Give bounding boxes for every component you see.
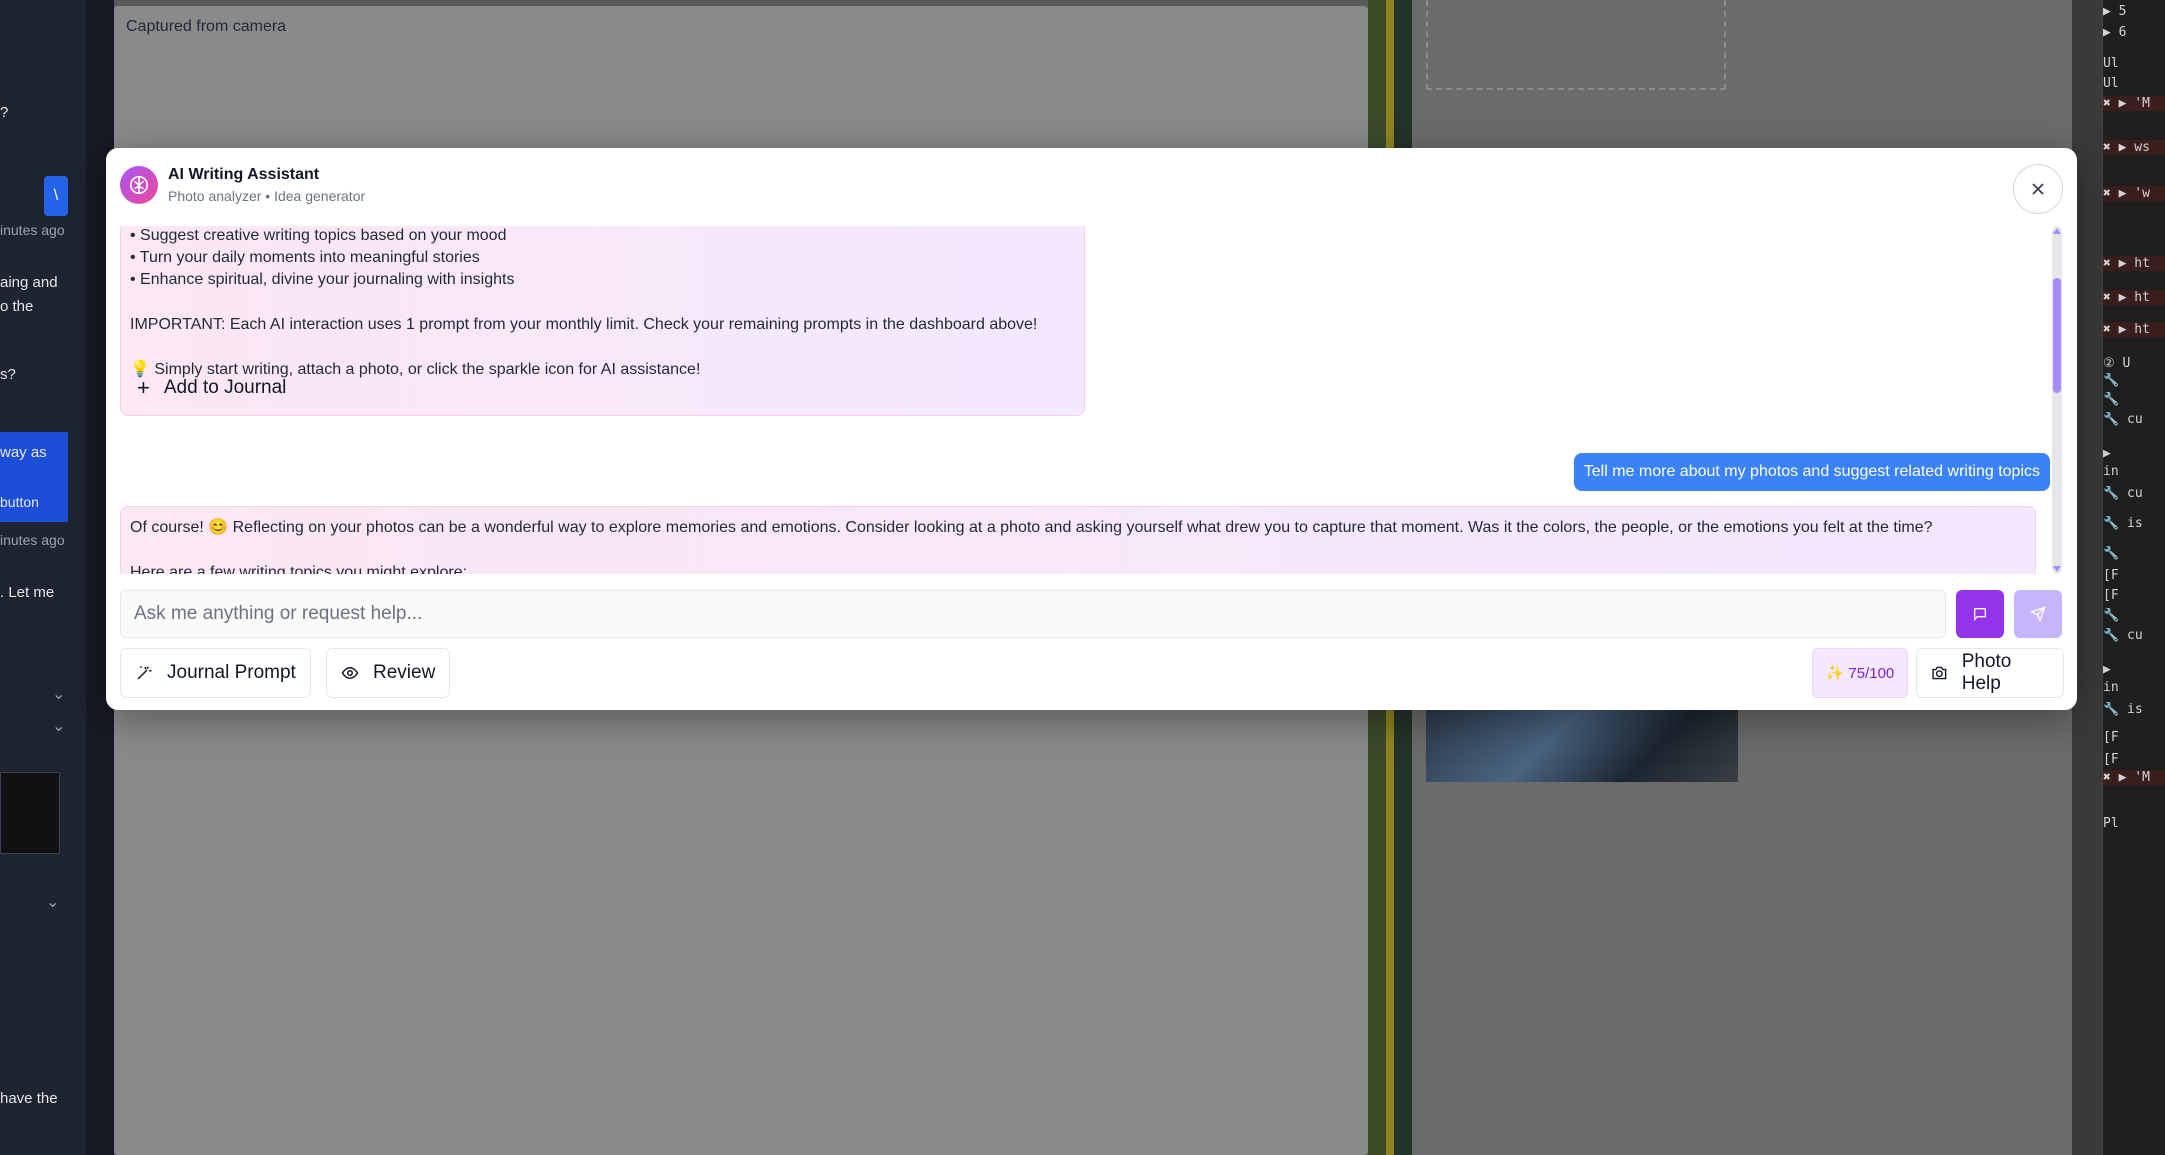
send-icon — [2030, 606, 2046, 622]
console-line: 🔧 cu — [2103, 486, 2143, 501]
console-line: 🔧 — [2103, 608, 2120, 623]
chevron-down-icon[interactable]: ⌄ — [52, 716, 65, 736]
console-line: ▶ 5 — [2103, 4, 2127, 19]
prompt-quota-badge: ✨ 75/100 — [1812, 648, 1908, 698]
console-line: 🔧 is — [2103, 516, 2143, 531]
modal-title: AI Writing Assistant — [168, 166, 320, 183]
sidebar-fragment: o the — [0, 298, 34, 315]
journal-prompt-button[interactable]: Journal Prompt — [120, 648, 311, 698]
upload-dropzone[interactable] — [1426, 0, 1726, 90]
console-line: ▶ — [2103, 446, 2111, 461]
add-to-journal-button[interactable]: + Add to Journal — [133, 377, 286, 399]
review-button[interactable]: Review — [326, 648, 451, 698]
sidebar-timestamp: inutes ago — [0, 532, 65, 548]
background-sidebar: ? \ inutes ago aing and o the s? way as … — [0, 0, 88, 1155]
scroll-down-arrow[interactable] — [2053, 566, 2061, 572]
console-line: 🔧 — [2103, 546, 2120, 561]
photo-thumbnail[interactable] — [1426, 710, 1738, 782]
send-button[interactable] — [2014, 590, 2062, 638]
eye-icon — [341, 666, 359, 680]
console-line: ▶ — [2103, 662, 2111, 677]
close-button[interactable] — [2013, 164, 2063, 214]
message-square-icon — [1974, 608, 1986, 621]
sidebar-timestamp: inutes ago — [0, 222, 65, 238]
console-line: ✖ ▶ 'w — [2103, 186, 2165, 201]
sidebar-fragment: . Let me — [0, 584, 55, 601]
console-line: 🔧 cu — [2103, 628, 2143, 643]
message-line: • Suggest creative writing topics based … — [130, 227, 507, 244]
console-line: ② U — [2103, 356, 2131, 371]
modal-subtitle: Photo analyzer • Idea generator — [168, 188, 366, 204]
console-line: ▶ 6 — [2103, 25, 2127, 40]
sidebar-fragment: aing and — [0, 274, 58, 291]
console-line: ✖ ▶ ht — [2103, 256, 2165, 271]
photo-help-button[interactable]: Photo Help — [1916, 648, 2064, 698]
assistant-toolbar: Journal Prompt Review ✨ 75/100 Photo Hel… — [120, 648, 2064, 698]
composer — [120, 590, 2064, 638]
message-line: • Turn your daily moments into meaningfu… — [130, 249, 480, 266]
console-line: ✖ ▶ ws — [2103, 140, 2165, 155]
scrollbar-thumb[interactable] — [2053, 278, 2061, 393]
console-line: [F — [2103, 588, 2119, 603]
console-line: [F — [2103, 752, 2119, 767]
sparkle-icon: ✨ — [1825, 665, 1845, 682]
ai-message: Of course! 😊 Reflecting on your photos c… — [120, 506, 2036, 574]
console-line: ✖ ▶ 'M — [2103, 96, 2165, 111]
console-line: Ul — [2103, 76, 2119, 91]
devtools-console: ▶ 5 ▶ 6 Ul Ul ✖ ▶ 'M ✖ ▶ ws ✖ ▶ 'w ✖ ▶ ht ✖ ▶ ht… — [2102, 0, 2165, 1155]
sidebar-fragment: s? — [0, 366, 16, 383]
sidebar-fragment: have the — [0, 1090, 58, 1107]
camera-icon — [1932, 666, 1947, 680]
magic-wand-icon — [137, 666, 152, 680]
user-message: Tell me more about my photos and suggest… — [1573, 453, 2050, 491]
quota-value: 75/100 — [1848, 664, 1895, 682]
journal-prompt-label: Journal Prompt — [167, 662, 296, 683]
console-line: in — [2103, 464, 2119, 479]
message-line: IMPORTANT: Each AI interaction uses 1 pr… — [130, 316, 1038, 333]
console-line: 🔧 — [2103, 373, 2120, 388]
console-line: 🔧 — [2103, 392, 2120, 407]
sidebar-tag: \ — [44, 176, 68, 216]
console-line: [F — [2103, 730, 2119, 745]
message-line: • Enhance spiritual, divine your journal… — [130, 271, 515, 288]
camera-label: Captured from camera — [126, 18, 287, 35]
message-line: Of course! 😊 Reflecting on your photos c… — [130, 519, 1933, 536]
close-icon — [2032, 183, 2044, 195]
console-line: ✖ ▶ ht — [2103, 290, 2165, 305]
console-line: Pl — [2103, 816, 2119, 831]
console-line: 🔧 is — [2103, 702, 2143, 717]
chat-scrollbar[interactable] — [2052, 226, 2062, 574]
sidebar-fragment: way as — [0, 444, 47, 461]
chevron-down-icon[interactable]: ⌄ — [46, 892, 59, 912]
plus-icon: + — [137, 375, 150, 400]
photo-help-label: Photo Help — [1961, 651, 2012, 694]
chevron-down-icon[interactable]: ⌄ — [52, 684, 65, 704]
scroll-up-arrow[interactable] — [2053, 228, 2061, 234]
brain-icon — [120, 166, 158, 204]
chat-input[interactable] — [120, 590, 1946, 638]
sidebar-fragment: ? — [0, 104, 9, 121]
ai-message: • Suggest creative writing topics based … — [120, 226, 1085, 416]
modal-header: AI Writing Assistant Photo analyzer • Id… — [120, 166, 365, 204]
console-line: Ul — [2103, 56, 2119, 71]
add-to-journal-label: Add to Journal — [163, 377, 287, 398]
chat-messages[interactable]: • Suggest creative writing topics based … — [120, 226, 2050, 574]
console-line: in — [2103, 680, 2119, 695]
console-line: 🔧 cu — [2103, 412, 2143, 427]
ai-writing-assistant-modal: AI Writing Assistant Photo analyzer • Id… — [106, 148, 2077, 710]
console-line: [F — [2103, 568, 2119, 583]
sidebar-thumbnail[interactable] — [0, 772, 60, 854]
sidebar-message-card[interactable]: way as button — [0, 432, 68, 522]
chat-mode-button[interactable] — [1956, 590, 2004, 638]
sidebar-button-label: button — [0, 494, 39, 510]
message-line: Here are a few writing topics you might … — [130, 564, 468, 574]
review-label: Review — [373, 662, 436, 683]
console-line: ✖ ▶ 'M — [2103, 770, 2165, 785]
console-line: ✖ ▶ ht — [2103, 322, 2165, 337]
